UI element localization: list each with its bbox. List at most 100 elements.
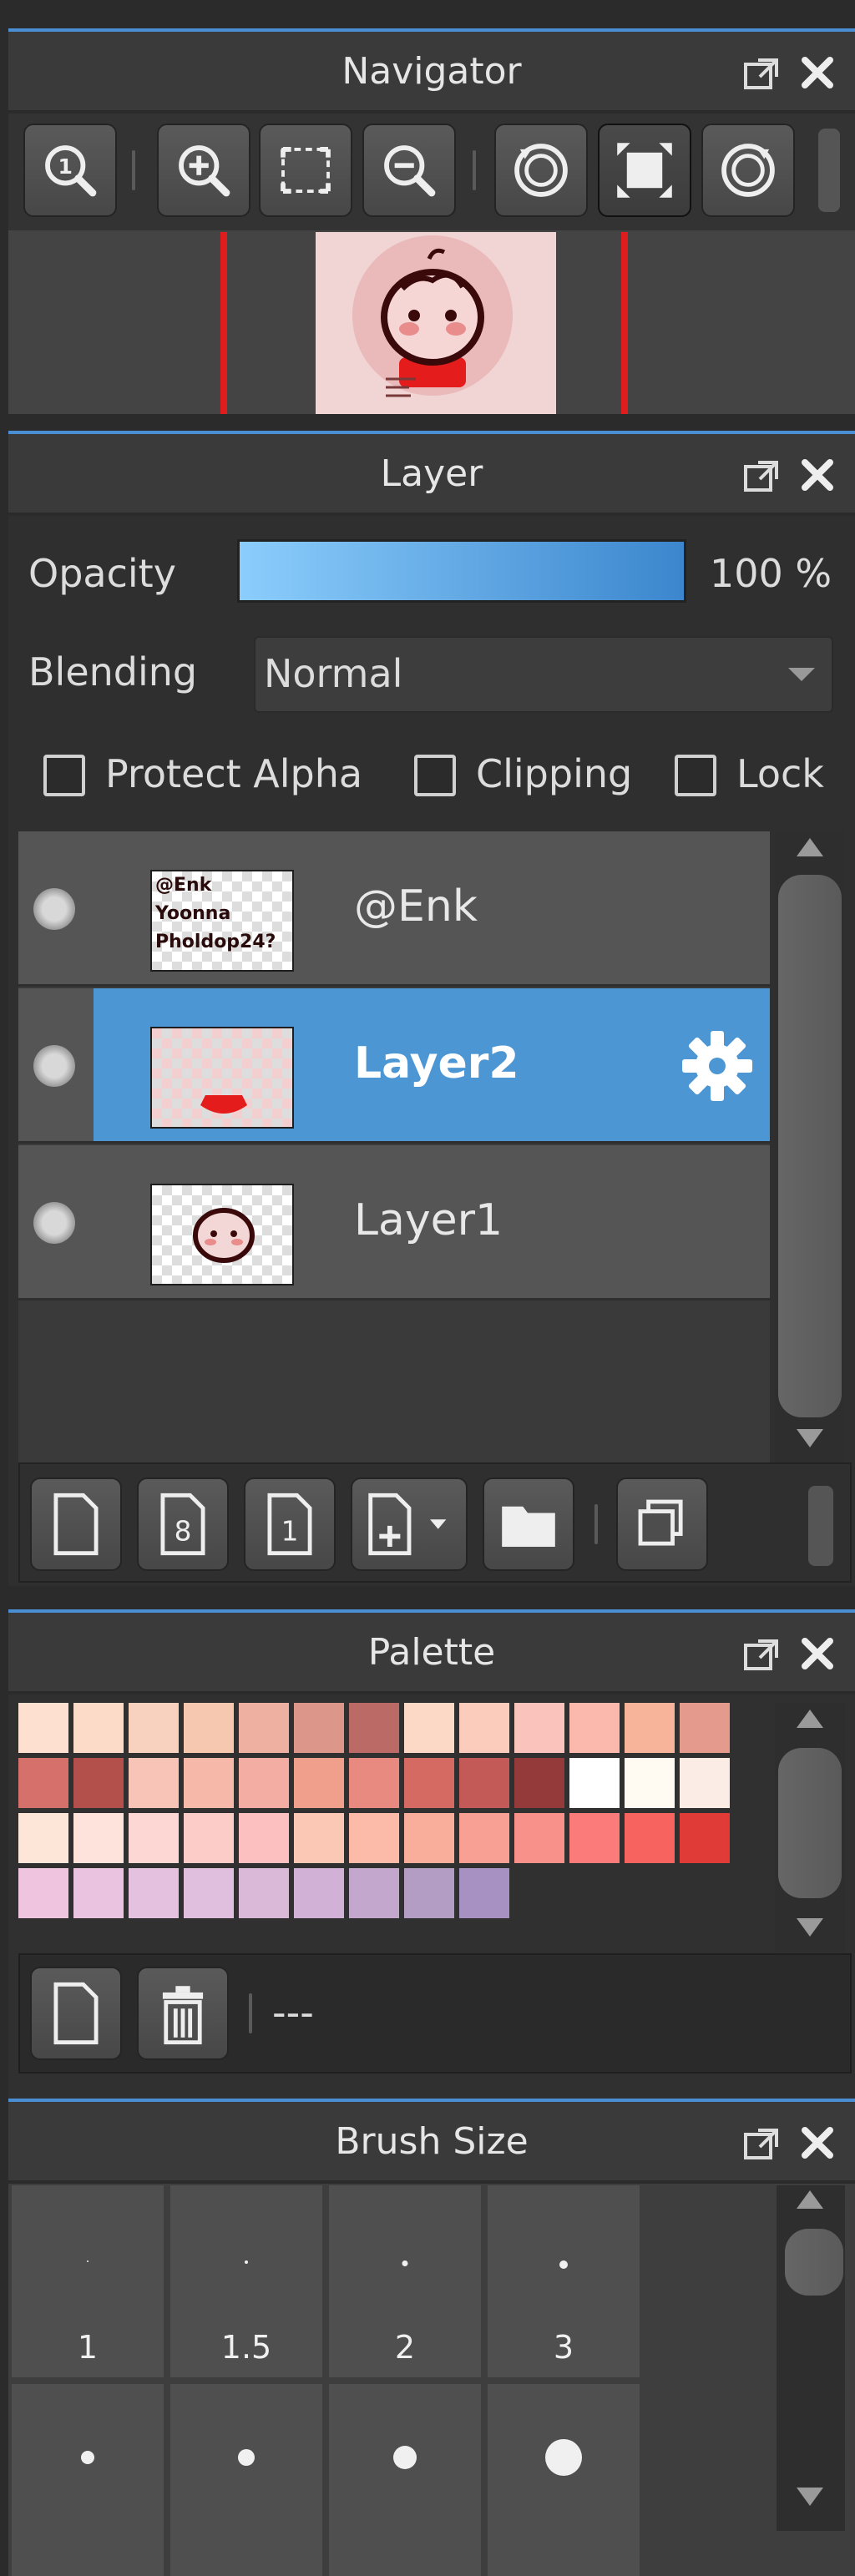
- color-swatch[interactable]: [569, 1813, 620, 1863]
- scroll-up-arrow-icon[interactable]: [797, 1710, 823, 1728]
- new-palette-button[interactable]: [30, 1967, 122, 2060]
- layer-scrollbar-thumb[interactable]: [778, 875, 842, 1417]
- color-swatch[interactable]: [73, 1868, 124, 1918]
- color-swatch[interactable]: [459, 1868, 509, 1918]
- color-swatch[interactable]: [294, 1868, 344, 1918]
- color-swatch[interactable]: [349, 1813, 399, 1863]
- color-swatch[interactable]: [73, 1703, 124, 1753]
- brush-size-title-bar[interactable]: Brush Size: [8, 2102, 855, 2182]
- rotate-left-button[interactable]: [494, 124, 588, 217]
- color-swatch[interactable]: [184, 1703, 234, 1753]
- toolbar-overflow-handle[interactable]: [818, 129, 840, 212]
- color-swatch[interactable]: [18, 1703, 68, 1753]
- brush-size-cell[interactable]: [488, 2384, 640, 2576]
- popout-icon[interactable]: [743, 57, 780, 90]
- color-swatch[interactable]: [239, 1758, 289, 1808]
- scroll-down-arrow-icon[interactable]: [797, 2488, 823, 2506]
- color-swatch[interactable]: [294, 1703, 344, 1753]
- duplicate-layer-button[interactable]: [616, 1477, 708, 1571]
- color-swatch[interactable]: [514, 1813, 564, 1863]
- color-swatch[interactable]: [514, 1758, 564, 1808]
- palette-swatch-grid[interactable]: [18, 1703, 770, 1953]
- color-swatch[interactable]: [404, 1758, 454, 1808]
- visibility-toggle-icon[interactable]: [33, 888, 75, 930]
- color-swatch[interactable]: [18, 1758, 68, 1808]
- color-swatch[interactable]: [294, 1813, 344, 1863]
- palette-scrollbar-thumb[interactable]: [778, 1748, 842, 1898]
- palette-title-bar[interactable]: Palette: [8, 1613, 855, 1693]
- color-swatch[interactable]: [294, 1758, 344, 1808]
- color-swatch[interactable]: [349, 1758, 399, 1808]
- protect-alpha-checkbox[interactable]: [43, 755, 85, 796]
- color-swatch[interactable]: [514, 1703, 564, 1753]
- blending-select[interactable]: Normal: [254, 636, 833, 713]
- color-swatch[interactable]: [680, 1813, 730, 1863]
- brush-size-grid[interactable]: 1 1.5 2 3: [12, 2185, 640, 2576]
- brush-size-cell[interactable]: [12, 2384, 164, 2576]
- color-swatch[interactable]: [459, 1813, 509, 1863]
- scroll-down-arrow-icon[interactable]: [797, 1429, 823, 1447]
- new-1bit-layer-button[interactable]: 1: [244, 1477, 336, 1571]
- zoom-actual-button[interactable]: 1: [23, 124, 117, 217]
- color-swatch[interactable]: [349, 1703, 399, 1753]
- scroll-down-arrow-icon[interactable]: [797, 1918, 823, 1937]
- color-swatch[interactable]: [569, 1703, 620, 1753]
- popout-icon[interactable]: [743, 2127, 780, 2160]
- color-swatch[interactable]: [18, 1813, 68, 1863]
- color-swatch[interactable]: [73, 1758, 124, 1808]
- fullscreen-button[interactable]: [598, 124, 691, 217]
- layer-title-bar[interactable]: Layer: [8, 434, 855, 514]
- color-swatch[interactable]: [184, 1813, 234, 1863]
- navigator-title-bar[interactable]: Navigator: [8, 32, 855, 112]
- close-icon[interactable]: [798, 456, 837, 494]
- color-swatch[interactable]: [625, 1813, 675, 1863]
- rotate-right-button[interactable]: [701, 124, 795, 217]
- fit-window-button[interactable]: [259, 124, 352, 217]
- color-swatch[interactable]: [239, 1703, 289, 1753]
- color-swatch[interactable]: [680, 1758, 730, 1808]
- delete-palette-button[interactable]: [137, 1967, 229, 2060]
- color-swatch[interactable]: [239, 1868, 289, 1918]
- new-layer-button[interactable]: [30, 1477, 122, 1571]
- color-swatch[interactable]: [404, 1813, 454, 1863]
- brush-size-cell[interactable]: 1: [12, 2185, 164, 2377]
- clipping-checkbox[interactable]: [414, 755, 456, 796]
- color-swatch[interactable]: [680, 1703, 730, 1753]
- brush-size-scrollbar-thumb[interactable]: [785, 2229, 843, 2296]
- color-swatch[interactable]: [129, 1703, 179, 1753]
- brush-size-cell[interactable]: 3: [488, 2185, 640, 2377]
- color-swatch[interactable]: [18, 1868, 68, 1918]
- close-icon[interactable]: [798, 2124, 837, 2162]
- color-swatch[interactable]: [73, 1813, 124, 1863]
- color-swatch[interactable]: [459, 1703, 509, 1753]
- toolbar-overflow-handle[interactable]: [808, 1486, 833, 1566]
- color-swatch[interactable]: [349, 1868, 399, 1918]
- color-swatch[interactable]: [129, 1758, 179, 1808]
- brush-size-cell[interactable]: 2: [329, 2185, 481, 2377]
- brush-size-cell[interactable]: 1.5: [170, 2185, 322, 2377]
- scroll-up-arrow-icon[interactable]: [797, 838, 823, 856]
- add-layer-dropdown-button[interactable]: [351, 1477, 468, 1571]
- color-swatch[interactable]: [239, 1813, 289, 1863]
- color-swatch[interactable]: [625, 1758, 675, 1808]
- layer-row[interactable]: Layer1: [18, 1145, 770, 1301]
- close-icon[interactable]: [798, 1634, 837, 1673]
- color-swatch[interactable]: [459, 1758, 509, 1808]
- opacity-slider[interactable]: [237, 539, 686, 603]
- brush-size-cell[interactable]: [329, 2384, 481, 2576]
- close-icon[interactable]: [798, 53, 837, 92]
- color-swatch[interactable]: [404, 1703, 454, 1753]
- brush-size-cell[interactable]: [170, 2384, 322, 2576]
- popout-icon[interactable]: [743, 459, 780, 492]
- popout-icon[interactable]: [743, 1638, 780, 1671]
- zoom-in-button[interactable]: [157, 124, 250, 217]
- layer-row[interactable]: @Enk Yoonna Pholdop24? @Enk: [18, 831, 770, 987]
- visibility-toggle-icon[interactable]: [33, 1202, 75, 1244]
- new-8bit-layer-button[interactable]: 8: [137, 1477, 229, 1571]
- scroll-up-arrow-icon[interactable]: [797, 2190, 823, 2209]
- layer-row-selected[interactable]: Layer2: [18, 988, 770, 1144]
- color-swatch[interactable]: [569, 1758, 620, 1808]
- color-swatch[interactable]: [184, 1868, 234, 1918]
- visibility-toggle-icon[interactable]: [33, 1045, 75, 1087]
- zoom-out-button[interactable]: [362, 124, 456, 217]
